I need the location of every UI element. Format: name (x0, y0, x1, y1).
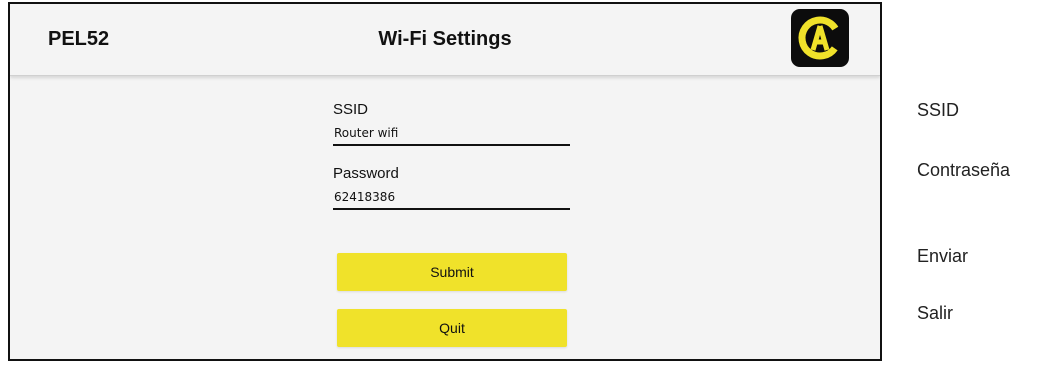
submit-button[interactable]: Submit (337, 253, 567, 291)
password-input[interactable] (333, 186, 570, 210)
ssid-label: SSID (333, 101, 369, 118)
annotation-quit: Salir (917, 303, 954, 323)
field-spacer (333, 146, 573, 164)
quit-button[interactable]: Quit (337, 309, 567, 347)
annotation-ssid: SSID (917, 100, 960, 120)
figure: PEL52 Wi-Fi Settings SSID Password Submi… (0, 0, 1048, 365)
app-header: PEL52 Wi-Fi Settings (10, 4, 880, 76)
wifi-form: SSID Password (333, 100, 573, 210)
ssid-input[interactable] (333, 122, 570, 146)
page-title: Wi-Fi Settings (378, 28, 512, 50)
password-label: Password (333, 165, 399, 182)
annotation-password: Contraseña (917, 160, 1011, 180)
logo-glyph-icon (798, 16, 842, 60)
annotation-submit: Enviar (917, 246, 969, 266)
device-screen: PEL52 Wi-Fi Settings SSID Password Submi… (8, 2, 882, 361)
chauvin-arnoux-logo-icon (791, 9, 849, 67)
